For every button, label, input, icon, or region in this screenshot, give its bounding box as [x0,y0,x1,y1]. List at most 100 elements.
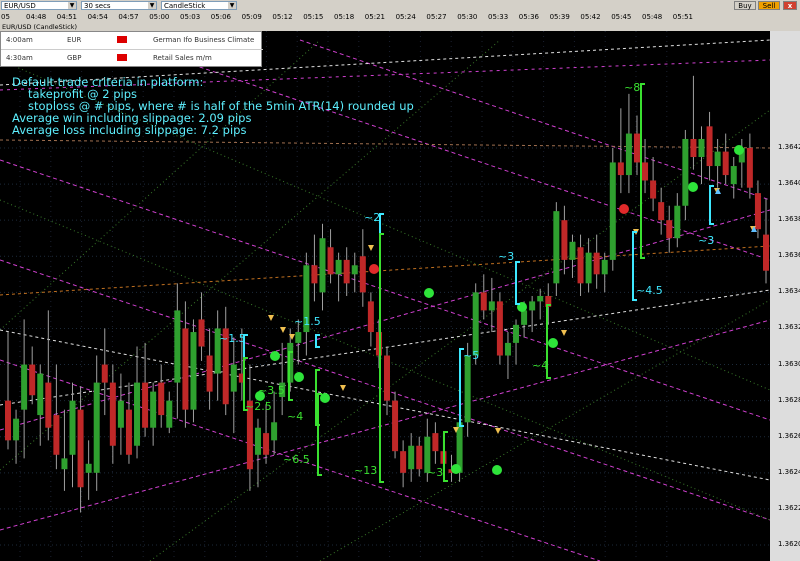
candle-body [311,265,318,284]
pip-annotation: ~3 [498,250,515,263]
candle-body [408,445,415,470]
time-label: 05:48 [642,13,663,21]
time-label: 04:57 [118,13,139,21]
trade-marker [270,351,280,361]
candle-body [343,259,350,284]
notes-average-loss: Average loss including slippage: 7.2 pip… [12,123,247,137]
candle-body [714,151,721,167]
candle-body [295,332,302,343]
candle-body [142,382,149,428]
time-label: 05:24 [395,13,416,21]
candle-body [504,342,511,356]
candle-body [400,451,407,473]
candle-body [166,400,173,428]
candle-body [658,202,665,221]
pip-bracket [315,334,320,348]
candle-body [5,400,11,441]
candle-body [674,205,681,239]
trend-line [0,139,770,149]
buy-button[interactable]: Buy [734,1,756,10]
pip-annotation: ~13 [354,464,378,477]
trade-marker [548,338,558,348]
candle-body [488,301,495,311]
trade-marker [369,264,379,274]
pip-bracket [709,185,714,225]
price-tick-label: 1.3622 [778,503,800,512]
candle-body [763,234,769,271]
candle-body [529,301,536,311]
candle-body [617,162,624,176]
trade-marker [451,464,461,474]
time-label: 05:30 [457,13,478,21]
candle-body [93,382,100,473]
candle-body [150,391,157,428]
candle-body [263,433,270,455]
trend-line [119,39,770,261]
news-panel: 4:00am EUR German Ifo Business Climate 4… [0,31,263,67]
time-label: 05:42 [580,13,601,21]
time-label: 04:54 [87,13,108,21]
candle-body [21,364,28,410]
candle-body [61,458,68,470]
price-tick-label: 1.3626 [778,431,800,440]
candle-body [682,138,689,206]
news-time: 4:00am [6,36,33,44]
time-label: 05:18 [334,13,355,21]
time-label: 05:15 [303,13,324,21]
candle-body [496,301,503,356]
candle-body [609,162,616,260]
trade-marker [424,288,434,298]
trade-marker [688,182,698,192]
news-time: 4:30am [6,54,33,62]
pip-annotation: ~3.5 [258,384,285,397]
pip-annotation: ~3 [698,234,715,247]
candle-body [319,238,326,293]
chevron-down-icon: ▼ [228,2,236,9]
pip-bracket [379,213,384,235]
chevron-down-icon: ▼ [68,2,76,9]
candle-body [642,162,649,181]
time-label: 04:51 [56,13,77,21]
entry-marker [495,428,501,434]
symbol-select[interactable]: EUR/USD ▼ [1,1,77,10]
candle-body [585,252,592,284]
entry-marker [268,315,274,321]
trade-criteria-notes: Default trade criteria in platform: take… [12,76,414,136]
candle-body [521,310,528,325]
entry-marker [368,245,374,251]
impact-flag-icon [117,54,127,61]
interval-select-label: 30 secs [84,2,111,10]
candle-body [271,422,278,441]
candle-body [666,220,673,239]
pip-annotation: ~4 [532,359,549,372]
pip-bracket [515,261,520,305]
trade-marker [734,145,744,155]
candle-body [593,252,600,275]
trade-marker [492,465,502,475]
candle-body [198,319,205,347]
interval-select[interactable]: 30 secs ▼ [81,1,157,10]
candle-body [206,355,213,392]
price-tick-label: 1.3620 [778,539,800,548]
candle-body [464,355,471,423]
chart-type-select[interactable]: CandleStick ▼ [161,1,237,10]
candle-body [351,265,358,275]
time-prefix: 05 [1,13,10,21]
candle-body [367,301,374,333]
sell-button[interactable]: Sell [758,1,780,10]
news-row[interactable]: 4:30am GBP Retail Sales m/m [1,50,263,67]
close-button[interactable]: x [783,1,797,10]
entry-marker [280,327,286,333]
candle-body [650,180,657,199]
pip-annotation: ~2.5 [245,400,272,413]
news-row[interactable]: 4:00am EUR German Ifo Business Climate [1,32,263,50]
pip-annotation: ~3 [427,466,444,479]
time-label: 05:03 [180,13,201,21]
time-label: 05:09 [241,13,262,21]
price-tick-label: 1.3624 [778,467,800,476]
candle-body [746,148,753,188]
price-tick-label: 1.3642 [778,143,800,151]
chart-type-select-label: CandleStick [164,2,206,10]
candle-body [77,409,84,488]
trend-line [319,299,770,561]
